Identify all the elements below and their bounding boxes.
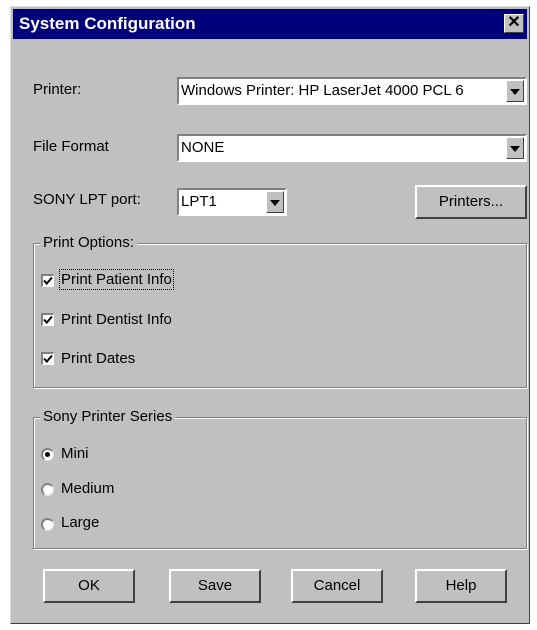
print-dates-label[interactable]: Print Dates [61,350,135,367]
system-configuration-dialog: System Configuration ✕ Printer: Windows … [10,6,530,624]
close-button[interactable]: ✕ [504,14,524,33]
medium-radio[interactable] [41,483,54,496]
title-bar: System Configuration ✕ [13,9,527,39]
checkmark-icon [43,354,53,363]
close-icon: ✕ [507,14,521,31]
chevron-down-icon[interactable] [266,191,284,213]
print-patient-info-label[interactable]: Print Patient Info [59,269,174,290]
print-dentist-info-checkbox[interactable] [41,313,54,326]
mini-label[interactable]: Mini [61,445,89,462]
checkmark-icon [43,276,53,285]
file-format-select[interactable]: NONE [177,134,527,162]
sony-lpt-port-value: LPT1 [181,193,217,210]
print-dentist-info-label[interactable]: Print Dentist Info [61,311,172,328]
printer-label: Printer: [33,81,82,98]
medium-label[interactable]: Medium [61,480,114,497]
print-dates-checkbox[interactable] [41,352,54,365]
file-format-label: File Format [33,138,109,155]
chevron-down-icon[interactable] [506,137,524,159]
large-label[interactable]: Large [61,514,99,531]
sony-printer-series-title: Sony Printer Series [40,408,176,425]
sony-lpt-port-label: SONY LPT port: [33,191,141,208]
help-button[interactable]: Help [415,569,507,603]
checkmark-icon [43,315,53,324]
mini-radio[interactable] [41,448,54,461]
save-button[interactable]: Save [169,569,261,603]
printer-select[interactable]: Windows Printer: HP LaserJet 4000 PCL 6 [177,77,527,105]
chevron-down-icon[interactable] [506,80,524,102]
window-title: System Configuration [19,14,196,33]
cancel-button[interactable]: Cancel [291,569,383,603]
ok-button[interactable]: OK [43,569,135,603]
print-options-title: Print Options: [40,234,137,251]
sony-lpt-port-select[interactable]: LPT1 [177,188,287,216]
print-patient-info-checkbox[interactable] [41,274,54,287]
printers-button[interactable]: Printers... [415,185,527,219]
printer-select-value: Windows Printer: HP LaserJet 4000 PCL 6 [181,82,464,99]
file-format-select-value: NONE [181,139,225,156]
large-radio[interactable] [41,518,54,531]
